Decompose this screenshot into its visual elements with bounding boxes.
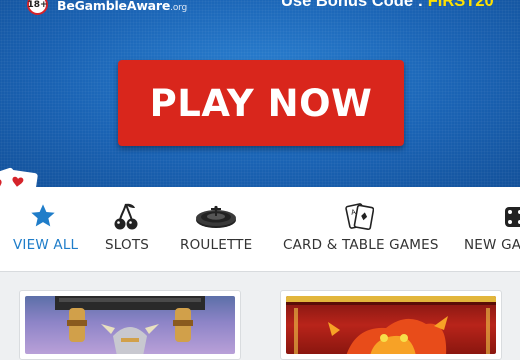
play-now-button[interactable]: PLAY NOW: [118, 60, 404, 146]
category-view-all[interactable]: VIEW ALL: [0, 187, 88, 271]
age-18-badge: 18+: [27, 0, 48, 15]
category-label: ROULETTE: [180, 237, 253, 253]
games-grid: [0, 272, 520, 360]
viking-slot-thumbnail: [25, 296, 235, 354]
star-icon: [26, 200, 60, 232]
category-slots[interactable]: SLOTS: [95, 187, 165, 271]
category-roulette[interactable]: ROULETTE: [172, 187, 262, 271]
category-label: VIEW ALL: [13, 237, 79, 253]
dice-icon: [497, 200, 520, 232]
category-label: NEW GA: [464, 237, 520, 253]
hero-banner: 18+ BeGambleAware.org Use Bonus Code : F…: [0, 0, 520, 187]
game-category-nav: VIEW ALL SLOTS ROULETTE A CARD & TABLE G…: [0, 187, 520, 272]
bonus-code-text: Use Bonus Code : FIRST20: [281, 0, 494, 11]
playing-cards-icon: A: [342, 200, 376, 232]
category-label: SLOTS: [105, 237, 150, 253]
playing-cards-decoration-icon: [0, 167, 38, 187]
roulette-wheel-icon: [194, 200, 238, 232]
category-card-table-games[interactable]: A CARD & TABLE GAMES: [276, 187, 471, 271]
bonus-code: FIRST20: [427, 0, 494, 10]
category-new-games[interactable]: NEW GA: [463, 187, 520, 271]
category-label: CARD & TABLE GAMES: [283, 237, 439, 253]
cherries-icon: [109, 200, 143, 232]
dragon-slot-thumbnail: [286, 296, 496, 354]
begambleaware-logo[interactable]: BeGambleAware.org: [57, 0, 187, 13]
